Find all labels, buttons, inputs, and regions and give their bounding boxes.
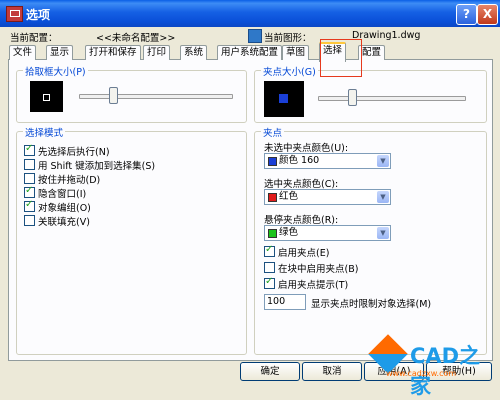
cancel-button[interactable]: 取消 [302, 362, 362, 381]
tab-open-save[interactable]: 打开和保存 [85, 45, 141, 60]
app-icon [6, 6, 23, 22]
current-profile-value: <<未命名配置>> [96, 33, 176, 44]
pickbox-preview [30, 81, 63, 112]
grip-size-preview [264, 81, 304, 117]
tab-system[interactable]: 系统 [180, 45, 208, 60]
current-drawing-label: 当前图形： [264, 33, 312, 44]
tab-files[interactable]: 文件 [9, 45, 37, 60]
grip-object-limit-label: 显示夹点时限制对象选择(M) [311, 299, 432, 310]
unselected-grip-color-select[interactable]: 颜色 160 ▼ [264, 153, 391, 169]
current-profile-label: 当前配置： [10, 33, 58, 44]
color-swatch [268, 157, 277, 166]
grip-size-label: 夹点大小(G) [261, 64, 318, 78]
chevron-down-icon[interactable]: ▼ [377, 191, 389, 203]
window-title: 选项 [26, 8, 51, 22]
tab-panel-selection: 拾取框大小(P) 夹点大小(G) 选择模式 先选择后执行(N) [8, 59, 493, 361]
checkbox-label: 启用夹点提示(T) [278, 280, 349, 291]
hover-grip-color-select[interactable]: 绿色 ▼ [264, 225, 391, 241]
selection-modes-group: 选择模式 先选择后执行(N) 用 Shift 键添加到选择集(S) 按住并拖动(… [16, 125, 247, 355]
select-value: 绿色 [279, 227, 299, 238]
tab-user-preferences[interactable]: 用户系统配置 [217, 45, 283, 60]
pickbox-slider-thumb[interactable] [109, 87, 118, 104]
options-dialog: 选项 ? X 当前配置： <<未命名配置>> 当前图形： Drawing1.dw… [0, 0, 500, 398]
checkbox-label: 启用夹点(E) [278, 248, 330, 259]
checkbox-label: 在块中启用夹点(B) [278, 264, 359, 275]
drawing-icon [248, 29, 262, 43]
grips-label: 夹点 [261, 125, 285, 139]
grip-size-slider-thumb[interactable] [348, 89, 357, 106]
chevron-down-icon[interactable]: ▼ [377, 227, 389, 239]
selection-modes-label: 选择模式 [23, 125, 66, 139]
tab-plot[interactable]: 打印 [143, 45, 171, 60]
watermark-url: www.cadzxw.com [386, 369, 457, 378]
pickbox-square-icon [43, 94, 50, 101]
selected-grip-color-select[interactable]: 红色 ▼ [264, 189, 391, 205]
grips-group: 夹点 未选中夹点颜色(U): 颜色 160 ▼ 选中夹点颜色(C): 红色 ▼ … [254, 125, 487, 355]
checkbox-label: 隐含窗口(I) [38, 189, 87, 200]
pickbox-label: 拾取框大小(P) [23, 64, 88, 78]
unselected-grip-color-label: 未选中夹点颜色(U): [264, 143, 349, 154]
checkbox-box[interactable] [24, 199, 35, 212]
help-title-button[interactable]: ? [456, 4, 477, 25]
grip-object-limit-input[interactable]: 100 [264, 294, 306, 310]
grip-size-group: 夹点大小(G) [254, 64, 487, 123]
cad-logo-icon [368, 334, 408, 374]
color-swatch [268, 229, 277, 238]
close-button[interactable]: X [477, 4, 498, 25]
title-bar[interactable]: 选项 ? X [0, 0, 500, 27]
checkbox-label: 先选择后执行(N) [38, 147, 110, 158]
checkbox-label: 关联填充(V) [38, 217, 90, 228]
checkbox-box[interactable] [24, 185, 35, 198]
checkbox-box[interactable] [264, 244, 275, 257]
hover-grip-color-label: 悬停夹点颜色(R): [264, 215, 339, 226]
grip-square-icon [279, 94, 288, 103]
pickbox-group: 拾取框大小(P) [16, 64, 247, 123]
checkbox-box[interactable] [24, 173, 35, 184]
checkbox-label: 用 Shift 键添加到选择集(S) [38, 161, 156, 172]
checkbox-label: 对象编组(O) [38, 203, 91, 214]
select-value: 红色 [279, 191, 299, 202]
chevron-down-icon[interactable]: ▼ [377, 155, 389, 167]
color-swatch [268, 193, 277, 202]
selected-grip-color-label: 选中夹点颜色(C): [264, 179, 339, 190]
checkbox-box[interactable] [264, 262, 275, 273]
select-value: 颜色 160 [279, 155, 320, 166]
tab-drafting[interactable]: 草图 [282, 45, 310, 60]
checkbox-box[interactable] [264, 276, 275, 289]
ok-button[interactable]: 确定 [240, 362, 300, 381]
tab-profiles[interactable]: 配置 [358, 45, 386, 60]
checkbox-box[interactable] [24, 143, 35, 156]
watermark: CAD之家 www.cadzxw.com [368, 334, 498, 398]
checkbox-box[interactable] [24, 215, 35, 226]
current-drawing-value: Drawing1.dwg [352, 30, 421, 41]
tab-highlight-annotation [320, 39, 362, 77]
pickbox-slider-track[interactable] [79, 94, 233, 99]
checkbox-box[interactable] [24, 159, 35, 170]
tab-display[interactable]: 显示 [46, 45, 74, 60]
checkbox-label: 按住并拖动(D) [38, 175, 101, 186]
grip-size-slider-track[interactable] [318, 96, 466, 101]
